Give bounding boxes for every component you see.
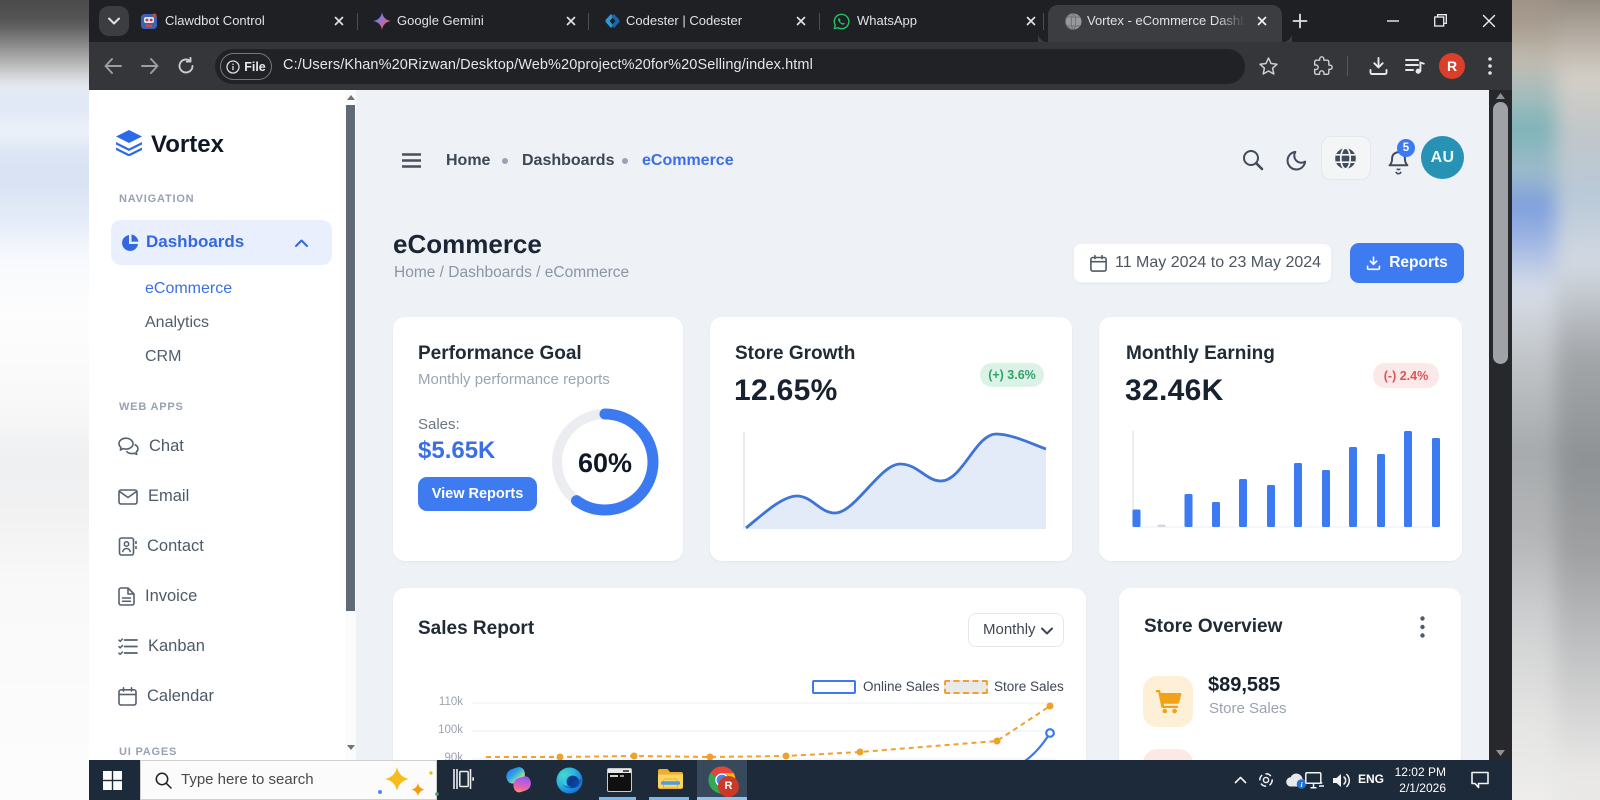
svg-text:60%: 60% (578, 448, 632, 478)
